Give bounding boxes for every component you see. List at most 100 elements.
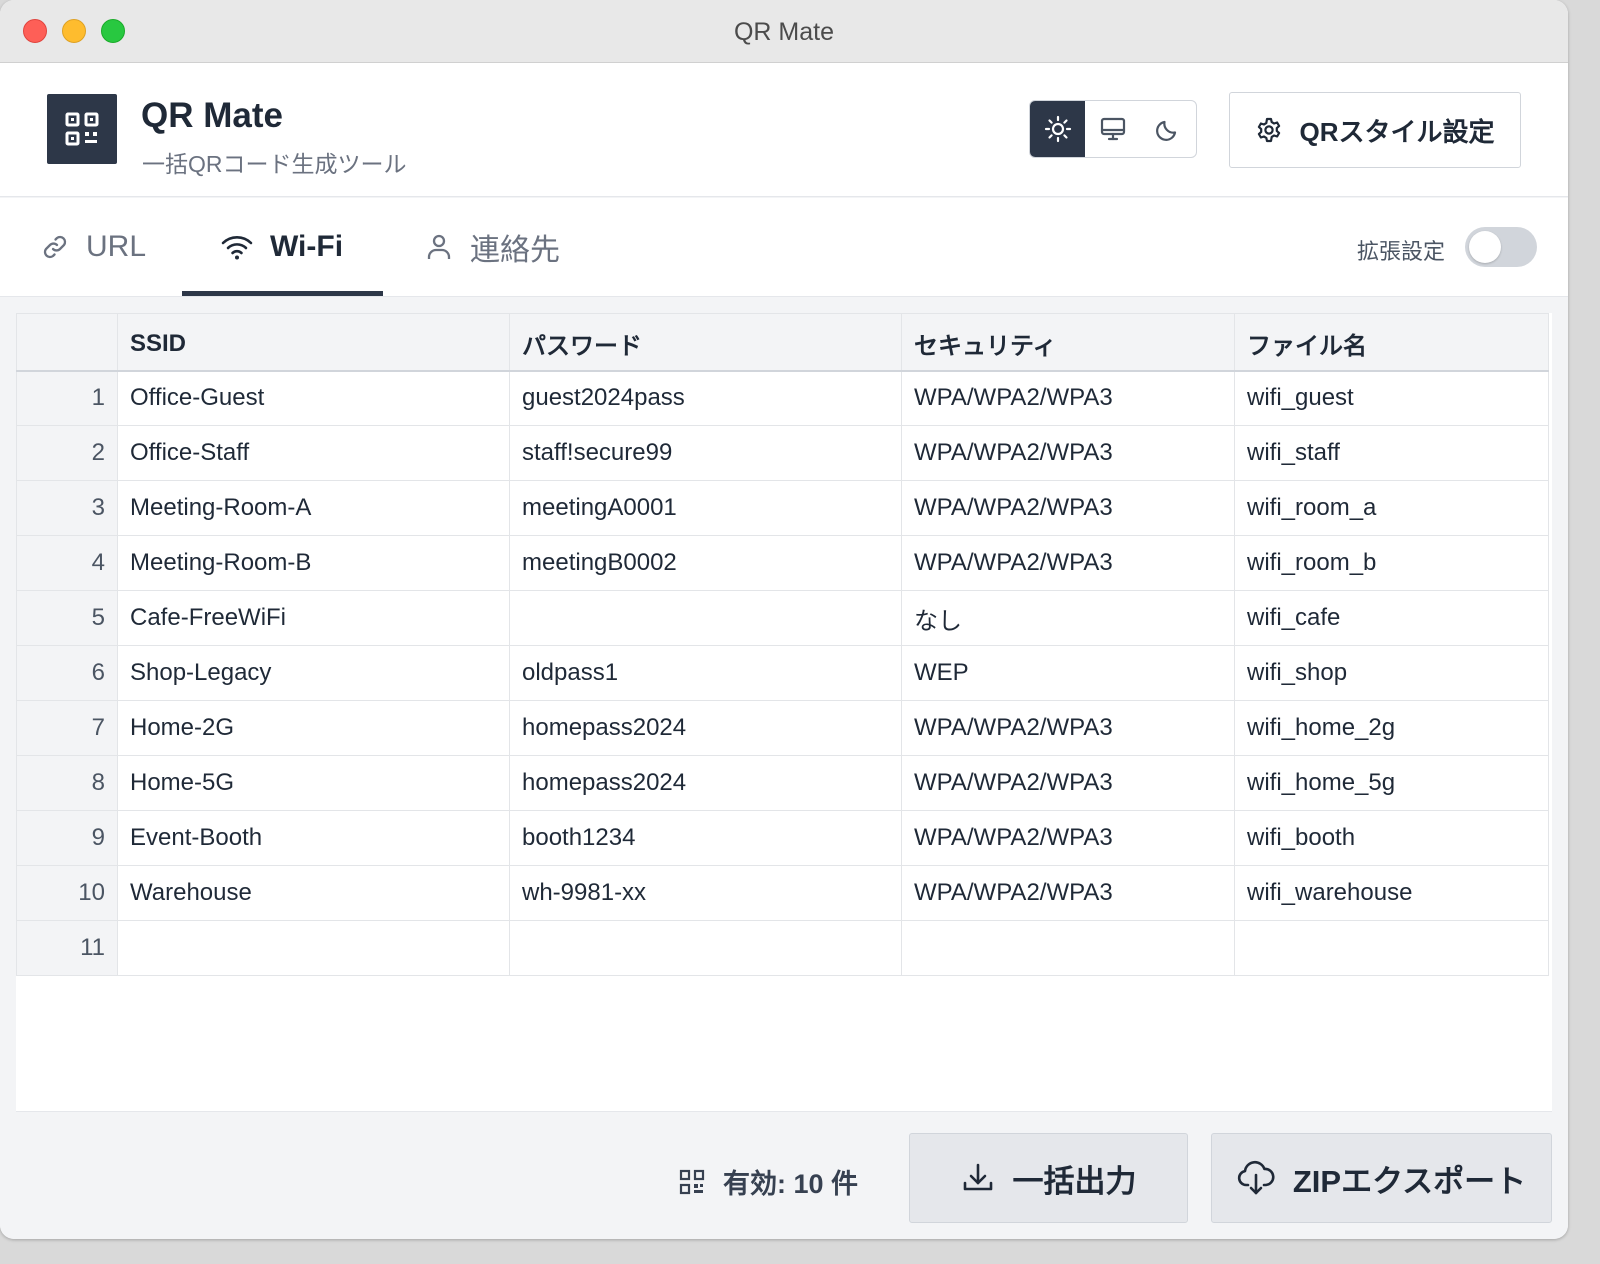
row-number-cell: 8: [16, 755, 118, 811]
tab-wifi-label: Wi-Fi: [270, 230, 344, 263]
sun-icon: [1044, 115, 1071, 143]
app-header: QR Mate 一括QRコード生成ツール QRスタイル設定: [0, 63, 1568, 197]
cell-security[interactable]: WPA/WPA2/WPA3: [901, 755, 1235, 811]
extended-settings-toggle[interactable]: [1465, 227, 1537, 267]
cell-filename[interactable]: wifi_warehouse: [1234, 865, 1549, 921]
row-number-cell: 5: [16, 590, 118, 646]
cell-password[interactable]: [509, 590, 902, 646]
cell-ssid[interactable]: Meeting-Room-B: [117, 535, 510, 591]
tab-contacts[interactable]: 連絡先: [424, 198, 560, 296]
tab-contacts-label: 連絡先: [470, 234, 560, 267]
user-icon: [427, 234, 451, 259]
bulk-export-button[interactable]: 一括出力: [909, 1133, 1188, 1223]
table-header-row: SSID パスワード セキュリティ ファイル名: [16, 313, 1549, 372]
cell-security[interactable]: WPA/WPA2/WPA3: [901, 535, 1235, 591]
cell-password[interactable]: meetingA0001: [509, 480, 902, 536]
bulk-export-label: 一括出力: [1012, 1163, 1137, 1199]
cell-security[interactable]: なし: [901, 590, 1235, 646]
cell-ssid[interactable]: Shop-Legacy: [117, 645, 510, 701]
extended-settings-label: 拡張設定: [1357, 239, 1446, 264]
row-number-cell: 10: [16, 865, 118, 921]
light-theme-button[interactable]: [1030, 101, 1086, 157]
cell-filename[interactable]: wifi_guest: [1234, 370, 1549, 426]
cell-ssid[interactable]: Home-2G: [117, 700, 510, 756]
row-number-cell: 4: [16, 535, 118, 591]
column-header-ssid[interactable]: SSID: [117, 313, 510, 372]
wifi-icon: [221, 236, 253, 260]
table-row: 6 Shop-Legacy oldpass1 WEP wifi_shop: [16, 645, 1549, 701]
cell-filename[interactable]: wifi_booth: [1234, 810, 1549, 866]
active-tab-indicator: [182, 291, 383, 296]
cell-password[interactable]: wh-9981-xx: [509, 865, 902, 921]
table-row: 3 Meeting-Room-A meetingA0001 WPA/WPA2/WPA3…: [16, 480, 1549, 536]
cell-filename[interactable]: wifi_staff: [1234, 425, 1549, 481]
cell-filename[interactable]: wifi_room_b: [1234, 535, 1549, 591]
table-row: 4 Meeting-Room-B meetingB0002 WPA/WPA2/WPA3…: [16, 535, 1549, 591]
row-number-cell: 9: [16, 810, 118, 866]
column-header-security[interactable]: セキュリティ: [901, 313, 1235, 372]
cell-password[interactable]: meetingB0002: [509, 535, 902, 591]
cell-filename[interactable]: wifi_home_2g: [1234, 700, 1549, 756]
cell-password[interactable]: oldpass1: [509, 645, 902, 701]
cell-ssid[interactable]: Warehouse: [117, 865, 510, 921]
tab-url[interactable]: URL: [40, 198, 146, 296]
cell-security[interactable]: [901, 920, 1235, 976]
app-name: QR Mate: [141, 96, 283, 135]
table-row: 1 Office-Guest guest2024pass WPA/WPA2/WPA3 w…: [16, 370, 1549, 426]
cell-password[interactable]: staff!secure99: [509, 425, 902, 481]
spreadsheet-grid: SSID パスワード セキュリティ ファイル名 1 Office-Guest gue…: [16, 313, 1552, 1112]
cell-password[interactable]: booth1234: [509, 810, 902, 866]
row-number-cell: 3: [16, 480, 118, 536]
cell-security[interactable]: WPA/WPA2/WPA3: [901, 865, 1235, 921]
cell-ssid[interactable]: [117, 920, 510, 976]
table-row: 10 Warehouse wh-9981-xx WPA/WPA2/WPA3 wifi_w…: [16, 865, 1549, 921]
cell-security[interactable]: WPA/WPA2/WPA3: [901, 480, 1235, 536]
cell-ssid[interactable]: Office-Staff: [117, 425, 510, 481]
valid-count-label: 有効: 10 件: [723, 1169, 859, 1199]
wifi-table: SSID パスワード セキュリティ ファイル名 1 Office-Guest gue…: [16, 313, 1549, 976]
valid-count: 有効: 10 件: [679, 1162, 858, 1201]
tab-wifi[interactable]: Wi-Fi: [220, 198, 343, 296]
column-header-password[interactable]: パスワード: [509, 313, 902, 372]
table-row: 9 Event-Booth booth1234 WPA/WPA2/WPA3 wifi_b…: [16, 810, 1549, 866]
cell-security[interactable]: WPA/WPA2/WPA3: [901, 425, 1235, 481]
window-title: QR Mate: [733, 18, 835, 46]
cell-ssid[interactable]: Meeting-Room-A: [117, 480, 510, 536]
cell-filename[interactable]: [1234, 920, 1549, 976]
qr-style-settings-label: QRスタイル設定: [1299, 116, 1495, 147]
app-subtitle: 一括QRコード生成ツール: [142, 151, 407, 177]
cell-filename[interactable]: wifi_cafe: [1234, 590, 1549, 646]
cell-filename[interactable]: wifi_shop: [1234, 645, 1549, 701]
zip-export-button[interactable]: ZIPエクスポート: [1211, 1133, 1552, 1223]
app-window: QR Mate QR Mate 一括QRコード生成ツール QRスタイル設定 UR…: [0, 0, 1568, 1239]
cell-ssid[interactable]: Event-Booth: [117, 810, 510, 866]
row-number-cell: 2: [16, 425, 118, 481]
moon-icon: [1156, 120, 1177, 141]
qr-style-settings-button[interactable]: QRスタイル設定: [1229, 92, 1521, 168]
cell-security[interactable]: WPA/WPA2/WPA3: [901, 370, 1235, 426]
cell-filename[interactable]: wifi_room_a: [1234, 480, 1549, 536]
cell-security[interactable]: WEP: [901, 645, 1235, 701]
cell-password[interactable]: [509, 920, 902, 976]
cell-security[interactable]: WPA/WPA2/WPA3: [901, 700, 1235, 756]
cloud-download-icon: [1237, 1160, 1275, 1195]
cell-ssid[interactable]: Office-Guest: [117, 370, 510, 426]
tab-url-label: URL: [86, 230, 147, 263]
cell-ssid[interactable]: Home-5G: [117, 755, 510, 811]
cell-password[interactable]: homepass2024: [509, 755, 902, 811]
footer-bar: 有効: 10 件 一括出力 ZIPエクスポート: [0, 1112, 1568, 1239]
row-number-cell: 11: [16, 920, 118, 976]
cell-password[interactable]: guest2024pass: [509, 370, 902, 426]
theme-switcher: [1029, 100, 1197, 158]
row-number-cell: 7: [16, 700, 118, 756]
column-header-filename[interactable]: ファイル名: [1234, 313, 1549, 372]
zip-export-label: ZIPエクスポート: [1292, 1163, 1527, 1199]
cell-filename[interactable]: wifi_home_5g: [1234, 755, 1549, 811]
cell-password[interactable]: homepass2024: [509, 700, 902, 756]
row-number-cell: 1: [16, 370, 118, 426]
system-theme-button[interactable]: [1085, 101, 1140, 157]
download-icon: [963, 1163, 992, 1191]
dark-theme-button[interactable]: [1141, 101, 1196, 157]
cell-ssid[interactable]: Cafe-FreeWiFi: [117, 590, 510, 646]
cell-security[interactable]: WPA/WPA2/WPA3: [901, 810, 1235, 866]
